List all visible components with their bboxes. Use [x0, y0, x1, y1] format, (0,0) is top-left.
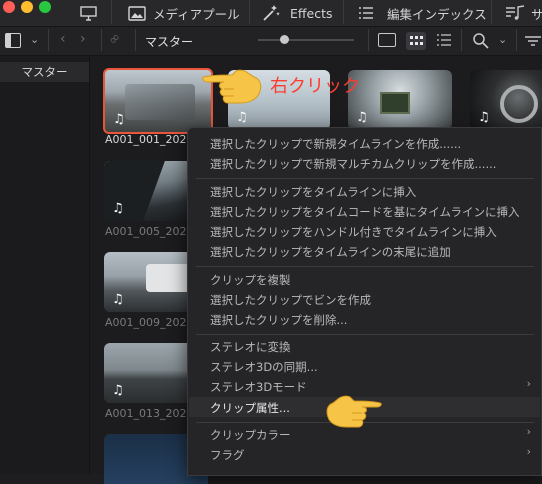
clip-thumbnail[interactable]: ♫ [470, 70, 542, 130]
menu-item-create-bin[interactable]: 選択したクリップでビンを作成 [210, 292, 371, 308]
menu-item-delete-clips[interactable]: 選択したクリップを削除... [210, 312, 347, 328]
audio-note-icon: ♫ [113, 112, 125, 127]
effects-label: Effects [290, 5, 333, 21]
zoom-slider-handle[interactable] [280, 35, 289, 44]
sidebar-item-label: マスター [21, 65, 68, 79]
sidebar-item-master[interactable]: マスター [0, 62, 89, 82]
sound-library-label: サ [531, 6, 542, 22]
audio-note-icon: ♫ [356, 110, 368, 125]
sidebar-toggle-icon[interactable] [5, 33, 21, 48]
bin-sidebar: マスター [0, 56, 90, 474]
menu-item-insert-by-timecode[interactable]: 選択したクリップをタイムコードを基にタイムラインに挿入 [210, 204, 519, 220]
menu-item-stereo-3d-mode[interactable]: ステレオ3Dモード [210, 379, 307, 395]
media-pool-button[interactable]: メディアプール [128, 0, 240, 26]
audio-note-icon: ♫ [112, 292, 124, 307]
music-note-icon [506, 5, 525, 20]
menu-item-new-timeline[interactable]: 選択したクリップで新規タイムラインを作成...... [210, 136, 461, 152]
thumbnail-zoom-slider[interactable] [258, 39, 354, 41]
menu-item-duplicate-clip[interactable]: クリップを複製 [210, 272, 291, 288]
search-options-chevron-icon[interactable]: ⌄ [498, 33, 507, 46]
clip-name: A001_009_2021 [105, 316, 194, 329]
clip-thumbnail[interactable]: ♫ [103, 68, 213, 134]
menu-item-new-multicam[interactable]: 選択したクリップで新規マルチカムクリップを作成...... [210, 156, 496, 172]
monitor-icon[interactable] [80, 0, 97, 26]
pointing-hand-icon [202, 63, 264, 109]
list-icon [359, 7, 373, 19]
close-window-button[interactable] [3, 1, 15, 13]
audio-note-icon: ♫ [112, 383, 124, 398]
menu-item-clip-color[interactable]: クリップカラー [210, 427, 291, 443]
grid-icon [410, 36, 423, 45]
chevron-right-icon: › [526, 445, 531, 458]
edit-index-label: 編集インデックス [387, 6, 487, 22]
forward-arrow-icon[interactable]: › [80, 31, 86, 47]
menu-item-append-end[interactable]: 選択したクリップをタイムラインの末尾に追加 [210, 244, 451, 260]
pointing-hand-icon [326, 389, 382, 433]
back-arrow-icon[interactable]: ‹ [60, 31, 66, 47]
menu-item-flag[interactable]: フラグ [210, 447, 245, 463]
bin-title: マスター [145, 35, 194, 49]
right-click-annotation: 右クリック [270, 76, 360, 97]
media-pool-label: メディアプール [153, 6, 240, 22]
chevron-down-icon[interactable]: ⌄ [30, 33, 39, 46]
minimize-window-button[interactable] [21, 1, 33, 13]
chevron-right-icon: › [526, 377, 531, 390]
sound-library-button[interactable]: サ [505, 0, 542, 26]
link-icon[interactable]: ∞ [105, 29, 125, 49]
search-icon[interactable] [472, 32, 490, 54]
thumbnail-view-button[interactable] [406, 32, 426, 50]
clip-thumbnail[interactable]: ♫ [348, 70, 452, 130]
clip-name: A001_001_2021 [105, 133, 194, 146]
zoom-window-button[interactable] [39, 1, 51, 13]
media-pool-toolbar: ⌄ ‹ › ∞ マスター ⌄ [0, 27, 542, 56]
edit-index-button[interactable]: 編集インデックス [358, 0, 487, 26]
clip-name: A001_005_2021 [105, 225, 194, 238]
media-pool-icon [128, 5, 146, 21]
effects-button[interactable]: Effects [261, 0, 333, 26]
menu-item-stereo-3d-sync[interactable]: ステレオ3Dの同期... [210, 359, 318, 375]
clip-name: A001_013_2021 [105, 407, 194, 420]
chevron-right-icon: › [526, 425, 531, 438]
audio-note-icon: ♫ [236, 110, 248, 125]
sort-icon[interactable] [524, 33, 542, 52]
audio-note-icon: ♫ [112, 201, 124, 216]
magic-wand-icon [263, 5, 280, 21]
list-view-icon[interactable] [436, 32, 452, 52]
menu-item-insert-timeline[interactable]: 選択したクリップをタイムラインに挿入 [210, 184, 416, 200]
audio-note-icon: ♫ [478, 110, 490, 125]
metadata-view-icon[interactable] [378, 33, 396, 47]
top-toolbar: メディアプール Effects 編集インデックス サ [0, 0, 542, 27]
menu-item-clip-attributes[interactable]: クリップ属性... [210, 400, 290, 416]
menu-item-convert-stereo[interactable]: ステレオに変換 [210, 339, 291, 355]
menu-item-insert-with-handles[interactable]: 選択したクリップをハンドル付きでタイムラインに挿入 [210, 224, 497, 240]
